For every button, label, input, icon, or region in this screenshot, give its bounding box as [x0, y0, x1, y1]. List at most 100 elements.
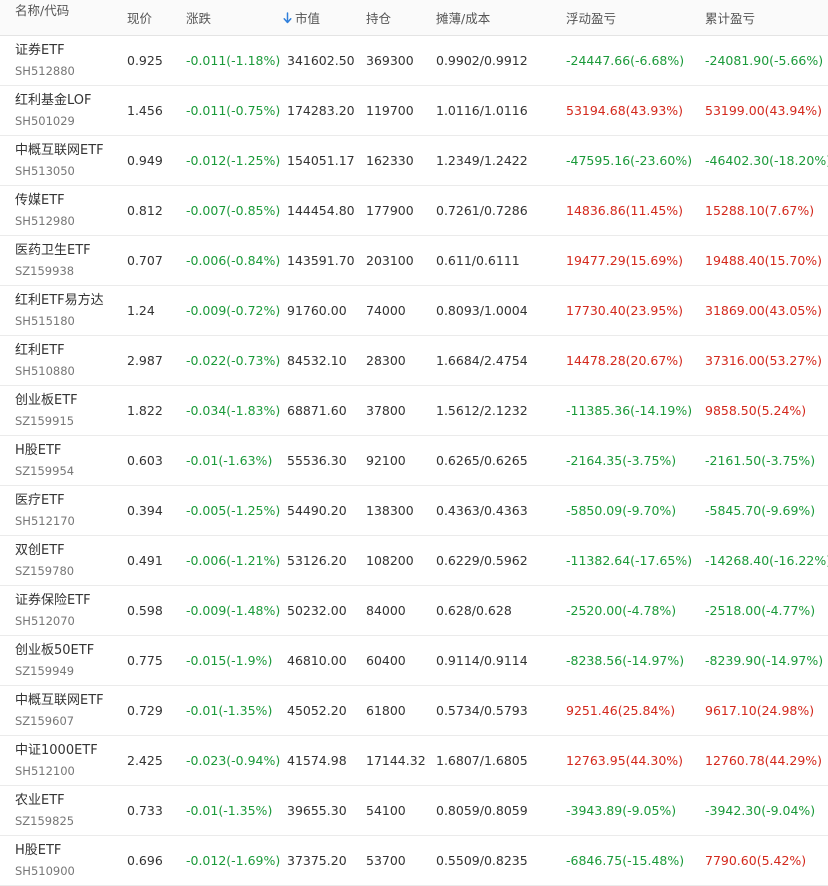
price-cell: 0.491 — [127, 553, 163, 568]
header-accum-pl[interactable]: 累计盈亏 — [705, 0, 755, 35]
table-row[interactable]: 红利基金LOF SH501029 1.456 -0.011(-0.75%) 174283… — [0, 86, 828, 136]
fund-name: 证券保险ETF — [15, 593, 91, 608]
accum-pl-cell: -2518.00(-4.77%) — [705, 603, 816, 618]
name-cell: 红利ETF SH510880 — [15, 336, 75, 385]
name-cell: H股ETF SH510900 — [15, 836, 75, 885]
accum-pl-cell: 53199.00(43.94%) — [705, 103, 823, 118]
market-value-cell: 55536.30 — [287, 453, 347, 468]
table-row[interactable]: 中证1000ETF SH512100 2.425 -0.023(-0.94%) 4157… — [0, 736, 828, 786]
change-cell: -0.007(-0.85%) — [186, 203, 281, 218]
header-cost[interactable]: 摊薄/成本 — [436, 0, 490, 35]
name-cell: 红利基金LOF SH501029 — [15, 86, 92, 135]
change-cell: -0.034(-1.83%) — [186, 403, 281, 418]
market-value-cell: 37375.20 — [287, 853, 347, 868]
change-cell: -0.011(-0.75%) — [186, 103, 281, 118]
market-value-cell: 39655.30 — [287, 803, 347, 818]
table-row[interactable]: 创业板50ETF SZ159949 0.775 -0.015(-1.9%) 46810.… — [0, 636, 828, 686]
cost-cell: 1.5612/2.1232 — [436, 403, 528, 418]
table-row[interactable]: H股ETF SZ159954 0.603 -0.01(-1.63%) 55536.30 9… — [0, 436, 828, 486]
header-market-value[interactable]: 市值 — [283, 0, 320, 35]
position-cell: 53700 — [366, 853, 406, 868]
position-cell: 92100 — [366, 453, 406, 468]
accum-pl-cell: -2161.50(-3.75%) — [705, 453, 816, 468]
name-cell: 中概互联网ETF SH513050 — [15, 136, 104, 185]
price-cell: 1.24 — [127, 303, 155, 318]
fund-name: 医疗ETF — [15, 493, 65, 508]
change-cell: -0.006(-1.21%) — [186, 553, 281, 568]
fund-name: 双创ETF — [15, 543, 65, 558]
cost-cell: 0.4363/0.4363 — [436, 503, 528, 518]
position-cell: 162330 — [366, 153, 414, 168]
fund-code: SH510880 — [15, 364, 75, 378]
table-row[interactable]: 中概互联网ETF SZ159607 0.729 -0.01(-1.35%) 45052.… — [0, 686, 828, 736]
fund-name: 创业板50ETF — [15, 643, 95, 658]
floating-pl-cell: 12763.95(44.30%) — [566, 753, 684, 768]
floating-pl-cell: 9251.46(25.84%) — [566, 703, 676, 718]
header-price[interactable]: 现价 — [127, 0, 152, 35]
accum-pl-cell: 7790.60(5.42%) — [705, 853, 807, 868]
table-row[interactable]: 证券ETF SH512880 0.925 -0.011(-1.18%) 341602.5… — [0, 36, 828, 86]
floating-pl-cell: 17730.40(23.95%) — [566, 303, 684, 318]
market-value-cell: 341602.50 — [287, 53, 355, 68]
fund-name: 证券ETF — [15, 43, 65, 58]
cost-cell: 0.8059/0.8059 — [436, 803, 528, 818]
cost-cell: 0.628/0.628 — [436, 603, 512, 618]
header-floating-pl[interactable]: 浮动盈亏 — [566, 0, 616, 35]
table-row[interactable]: 双创ETF SZ159780 0.491 -0.006(-1.21%) 53126.20… — [0, 536, 828, 586]
position-cell: 61800 — [366, 703, 406, 718]
accum-pl-cell: 9858.50(5.24%) — [705, 403, 807, 418]
table-row[interactable]: H股ETF SH510900 0.696 -0.012(-1.69%) 37375.20… — [0, 836, 828, 886]
floating-pl-cell: -3943.89(-9.05%) — [566, 803, 677, 818]
position-cell: 177900 — [366, 203, 414, 218]
position-cell: 37800 — [366, 403, 406, 418]
header-price-label: 现价 — [127, 11, 153, 26]
fund-code: SH515180 — [15, 314, 75, 328]
table-row[interactable]: 医疗ETF SH512170 0.394 -0.005(-1.25%) 54490.20… — [0, 486, 828, 536]
position-cell: 203100 — [366, 253, 414, 268]
floating-pl-cell: 14478.28(20.67%) — [566, 353, 684, 368]
table-body: 证券ETF SH512880 0.925 -0.011(-1.18%) 341602.5… — [0, 36, 828, 886]
change-cell: -0.022(-0.73%) — [186, 353, 281, 368]
accum-pl-cell: -5845.70(-9.69%) — [705, 503, 816, 518]
price-cell: 0.598 — [127, 603, 163, 618]
position-cell: 369300 — [366, 53, 414, 68]
market-value-cell: 53126.20 — [287, 553, 347, 568]
cost-cell: 1.0116/1.0116 — [436, 103, 528, 118]
floating-pl-cell: -11382.64(-17.65%) — [566, 553, 693, 568]
arrow-down-icon — [283, 11, 292, 24]
header-position[interactable]: 持仓 — [366, 0, 391, 35]
name-cell: 证券ETF SH512880 — [15, 36, 75, 85]
table-row[interactable]: 红利ETF易方达 SH515180 1.24 -0.009(-0.72%) 91760.… — [0, 286, 828, 336]
table-row[interactable]: 中概互联网ETF SH513050 0.949 -0.012(-1.25%) 15405… — [0, 136, 828, 186]
fund-code: SH501029 — [15, 114, 75, 128]
table-row[interactable]: 传媒ETF SH512980 0.812 -0.007(-0.85%) 144454.8… — [0, 186, 828, 236]
cost-cell: 0.9902/0.9912 — [436, 53, 528, 68]
price-cell: 0.696 — [127, 853, 163, 868]
change-cell: -0.009(-0.72%) — [186, 303, 281, 318]
accum-pl-cell: -3942.30(-9.04%) — [705, 803, 816, 818]
market-value-cell: 144454.80 — [287, 203, 355, 218]
price-cell: 0.729 — [127, 703, 163, 718]
price-cell: 2.987 — [127, 353, 163, 368]
table-row[interactable]: 创业板ETF SZ159915 1.822 -0.034(-1.83%) 68871.6… — [0, 386, 828, 436]
header-change[interactable]: 涨跌 — [186, 0, 211, 35]
price-cell: 0.775 — [127, 653, 163, 668]
fund-name: 中概互联网ETF — [15, 693, 104, 708]
fund-code: SH512170 — [15, 514, 75, 528]
change-cell: -0.009(-1.48%) — [186, 603, 281, 618]
accum-pl-cell: 37316.00(53.27%) — [705, 353, 823, 368]
floating-pl-cell: -8238.56(-14.97%) — [566, 653, 685, 668]
cost-cell: 0.9114/0.9114 — [436, 653, 528, 668]
table-row[interactable]: 医药卫生ETF SZ159938 0.707 -0.006(-0.84%) 143591… — [0, 236, 828, 286]
header-name-code[interactable]: 名称/代码 — [15, 0, 69, 35]
table-row[interactable]: 证券保险ETF SH512070 0.598 -0.009(-1.48%) 50232.… — [0, 586, 828, 636]
fund-code: SH512980 — [15, 214, 75, 228]
price-cell: 0.733 — [127, 803, 163, 818]
floating-pl-cell: 19477.29(15.69%) — [566, 253, 684, 268]
table-row[interactable]: 红利ETF SH510880 2.987 -0.022(-0.73%) 84532.10… — [0, 336, 828, 386]
table-row[interactable]: 农业ETF SZ159825 0.733 -0.01(-1.35%) 39655.30 5… — [0, 786, 828, 836]
fund-code: SZ159607 — [15, 714, 75, 728]
cost-cell: 1.2349/1.2422 — [436, 153, 528, 168]
fund-code: SZ159949 — [15, 664, 75, 678]
cost-cell: 1.6684/2.4754 — [436, 353, 528, 368]
